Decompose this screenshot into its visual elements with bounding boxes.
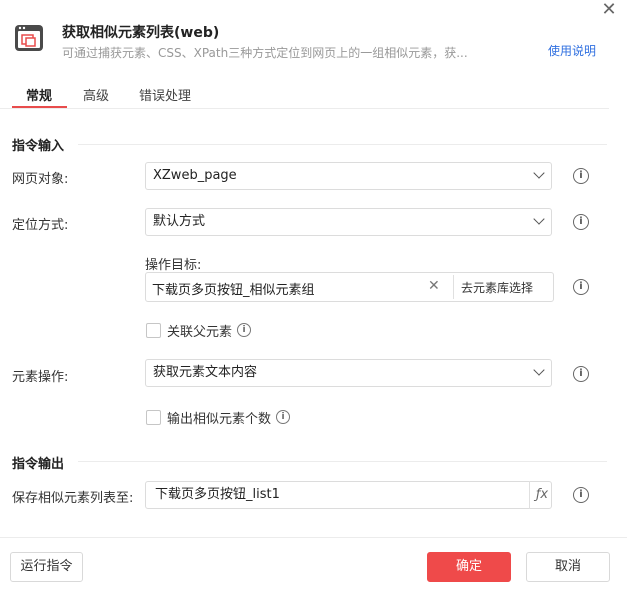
save-list-value: 下载页多页按钮_list1 [155, 487, 280, 502]
tabs-divider [0, 108, 609, 109]
info-icon[interactable]: i [573, 487, 589, 503]
clear-icon[interactable]: ✕ [428, 278, 440, 294]
browser-list-icon [14, 24, 44, 52]
element-library-button[interactable]: 去元素库选择 [461, 279, 533, 296]
dialog-title: 获取相似元素列表(web) [62, 25, 220, 41]
input-section-title: 指令输入 [12, 139, 65, 154]
locate-method-select[interactable]: 默认方式 [145, 208, 552, 236]
section-divider [78, 144, 607, 145]
output-count-label[interactable]: 输出相似元素个数 [167, 408, 271, 427]
save-list-input[interactable]: 下载页多页按钮_list1 [145, 481, 552, 509]
run-command-button[interactable]: 运行指令 [10, 552, 83, 582]
info-icon[interactable]: i [573, 214, 589, 230]
web-object-label: 网页对象: [12, 172, 69, 187]
output-section-title: 指令输出 [12, 457, 65, 472]
web-object-value: XZweb_page [153, 168, 237, 183]
section-divider [78, 461, 607, 462]
element-operation-value: 获取元素文本内容 [153, 365, 258, 380]
field-divider [453, 275, 454, 299]
target-label: 操作目标: [145, 258, 202, 273]
info-icon[interactable]: i [573, 366, 589, 382]
chevron-down-icon [533, 364, 545, 376]
element-operation-label: 元素操作: [12, 370, 69, 385]
footer-divider [0, 537, 627, 538]
info-icon[interactable]: i [276, 410, 290, 424]
info-icon[interactable]: i [573, 279, 589, 295]
locate-method-label: 定位方式: [12, 218, 69, 233]
tab-general[interactable]: 常规 [26, 85, 52, 104]
fx-icon[interactable]: ƒx [529, 481, 554, 509]
output-count-checkbox[interactable] [146, 410, 161, 425]
tab-advanced[interactable]: 高级 [83, 85, 109, 104]
web-object-select[interactable]: XZweb_page [145, 162, 552, 190]
confirm-button[interactable]: 确定 [427, 552, 511, 582]
element-operation-select[interactable]: 获取元素文本内容 [145, 359, 552, 387]
close-icon[interactable]: ✕ [598, 0, 620, 20]
info-icon[interactable]: i [237, 323, 251, 337]
help-link[interactable]: 使用说明 [548, 42, 596, 59]
tab-error-handling[interactable]: 错误处理 [139, 85, 191, 104]
dialog-description: 可通过捕获元素、CSS、XPath三种方式定位到网页上的一组相似元素，获... [62, 46, 468, 60]
save-list-label: 保存相似元素列表至: [12, 491, 134, 506]
info-icon[interactable]: i [573, 168, 589, 184]
chevron-down-icon [533, 167, 545, 179]
locate-method-value: 默认方式 [153, 214, 206, 229]
associate-parent-label[interactable]: 关联父元素 [167, 321, 232, 340]
cancel-button[interactable]: 取消 [526, 552, 610, 582]
chevron-down-icon [533, 213, 545, 225]
associate-parent-checkbox[interactable] [146, 323, 161, 338]
target-value: 下载页多页按钮_相似元素组 [152, 283, 315, 298]
